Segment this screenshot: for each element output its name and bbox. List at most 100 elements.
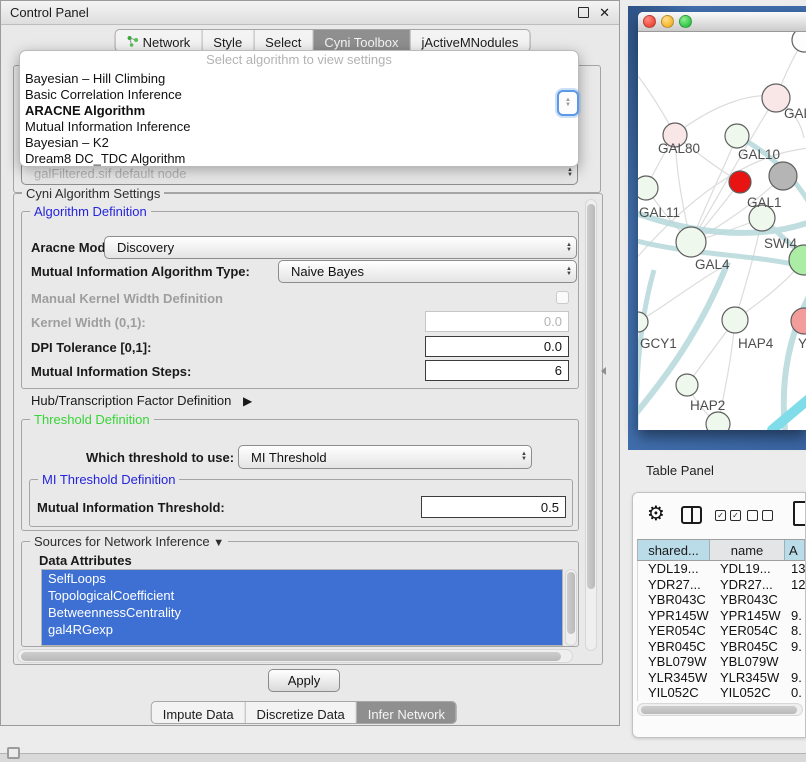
table-row[interactable]: YBL079WYBL079W [638,654,805,670]
zoom-traffic-light-icon[interactable] [679,15,692,28]
minimize-traffic-light-icon[interactable] [661,15,674,28]
scrollbar-thumb[interactable] [641,706,797,714]
network-node[interactable] [729,171,751,193]
network-node[interactable] [769,162,797,190]
table-row[interactable]: YBR045CYBR045C9. [638,639,805,655]
mi-algorithm-type-combo[interactable]: Naive Bayes ▲▼ [278,260,577,283]
column-header-name[interactable]: name [710,540,785,560]
table-body: YDL19...YDL19...13YDR27...YDR27...12YBR0… [637,561,805,701]
network-node[interactable] [706,412,730,430]
table-row[interactable]: YIL052CYIL052C0. [638,685,805,701]
tab-select[interactable]: Select [254,30,313,51]
table-cell: YBR045C [710,639,785,655]
close-icon[interactable]: ✕ [599,7,610,18]
algorithm-popup-list: Bayesian – Hill ClimbingBasic Correlatio… [20,71,578,167]
scrollbar-thumb[interactable] [21,652,561,661]
table-row[interactable]: YDR27...YDR27...12 [638,577,805,593]
control-panel-titlebar: Control Panel ✕ [1,1,619,25]
gear-icon[interactable]: ⚙ [647,501,665,525]
table-horizontal-scrollbar[interactable] [637,703,803,716]
algorithm-option[interactable]: Mutual Information Inference [20,119,578,135]
network-node-label: GAL1 [747,195,782,210]
network-node[interactable] [792,32,806,52]
mi-steps-field[interactable]: 6 [425,360,569,381]
aracne-mode-combo[interactable]: Discovery ▲▼ [104,236,577,259]
panel-title: Control Panel [10,5,89,20]
columns-icon[interactable] [681,506,702,524]
float-icon[interactable] [578,7,589,18]
network-window-titlebar [638,12,806,32]
column-header-partial[interactable]: A [785,540,805,560]
mini-panel-icon[interactable] [7,747,20,759]
data-attribute-item[interactable]: TopologicalCoefficient [42,587,562,604]
mi-threshold-label: Mutual Information Threshold: [37,500,225,515]
table-row[interactable]: YBR043CYBR043C [638,592,805,608]
tab-discretize-data[interactable]: Discretize Data [246,702,357,723]
table-row[interactable]: YPR145WYPR145W9. [638,608,805,624]
data-attribute-item[interactable]: BetweennessCentrality [42,604,562,621]
table-cell: 0. [785,685,805,701]
table-header-row: shared... name A [637,539,805,561]
dpi-tolerance-label: DPI Tolerance [0,1]: [31,340,151,355]
scrollbar-thumb[interactable] [587,204,595,589]
table-row[interactable]: YLR345WYLR345W9. [638,670,805,686]
list-vertical-scrollbar[interactable] [565,569,577,646]
threshold-definition-title: Threshold Definition [30,412,154,427]
data-attribute-item[interactable] [42,638,562,646]
network-node[interactable] [725,124,749,148]
scrollbar-thumb[interactable] [567,572,575,634]
tab-cyni-toolbox[interactable]: Cyni Toolbox [313,30,410,51]
select-all-checkboxes-icon[interactable]: ✓✓ [715,510,741,521]
data-attribute-item[interactable]: gal4RGexp [42,621,562,638]
algorithm-option[interactable]: Bayesian – Hill Climbing [20,71,578,87]
table-cell: YBR043C [710,592,785,608]
export-table-icon[interactable] [793,501,806,526]
network-node[interactable] [676,227,706,257]
table-row[interactable]: YDL19...YDL19...13 [638,561,805,577]
kernel-width-value: 0.0 [544,314,562,329]
table-row[interactable]: YER054CYER054C8. [638,623,805,639]
manual-kernel-width-checkbox[interactable] [556,291,569,304]
algorithm-combo-focus-button[interactable]: ▲▼ [557,90,579,116]
algorithm-option[interactable]: Dream8 DC_TDC Algorithm [20,151,578,167]
dpi-tolerance-field[interactable]: 0.0 [425,336,569,357]
mi-threshold-field[interactable]: 0.5 [421,496,566,518]
close-traffic-light-icon[interactable] [643,15,656,28]
data-attribute-item[interactable]: SelfLoops [42,570,562,587]
tab-label: Style [213,35,242,50]
settings-vertical-scrollbar[interactable] [585,199,597,651]
table-cell: YLR345W [710,670,785,686]
settings-horizontal-scrollbar[interactable] [17,649,573,663]
table-cell: YIL052C [710,685,785,701]
hub-definition-expander[interactable]: Hub/Transcription Factor Definition ▶ [31,393,252,408]
algorithm-option[interactable]: ARACNE Algorithm [20,103,578,119]
kernel-width-label: Kernel Width (0,1): [31,315,146,330]
algorithm-option[interactable]: Basic Correlation Inference [20,87,578,103]
column-header-shared-name[interactable]: shared... [638,540,710,560]
table-cell: YER054C [710,623,785,639]
algorithm-definition-title: Algorithm Definition [30,204,151,219]
network-canvas[interactable]: GALGAL80GAL10GAL1GAL11GAL4SWI4GCY1HAP4YH… [638,32,806,430]
spinner-arrows-icon: ▲▼ [562,267,572,277]
tab-style[interactable]: Style [202,30,254,51]
tab-network[interactable]: Network [116,30,203,51]
deselect-all-checkboxes-icon[interactable] [747,510,773,521]
which-threshold-combo[interactable]: MI Threshold ▲▼ [238,445,532,469]
network-node[interactable] [676,374,698,396]
data-attributes-list[interactable]: SelfLoopsTopologicalCoefficientBetweenne… [41,569,563,646]
table-cell: YBL079W [710,654,785,670]
spinner-arrows-icon: ▲▼ [562,243,572,253]
tab-infer-network[interactable]: Infer Network [357,702,456,723]
table-cell: YBR045C [638,639,710,655]
sources-group-title[interactable]: Sources for Network Inference ▼ [30,534,228,551]
table-cell: 13 [785,561,805,577]
tab-impute-data[interactable]: Impute Data [152,702,246,723]
network-node[interactable] [638,176,658,200]
apply-button[interactable]: Apply [268,669,340,692]
table-cell [785,592,805,608]
splitter-grip-icon[interactable] [601,367,606,375]
control-panel-tabs: Network Style Select Cyni Toolbox jActiv… [115,29,531,52]
tab-jactivemnodules[interactable]: jActiveMNodules [411,30,530,51]
algorithm-option[interactable]: Bayesian – K2 [20,135,578,151]
network-node[interactable] [722,307,748,333]
